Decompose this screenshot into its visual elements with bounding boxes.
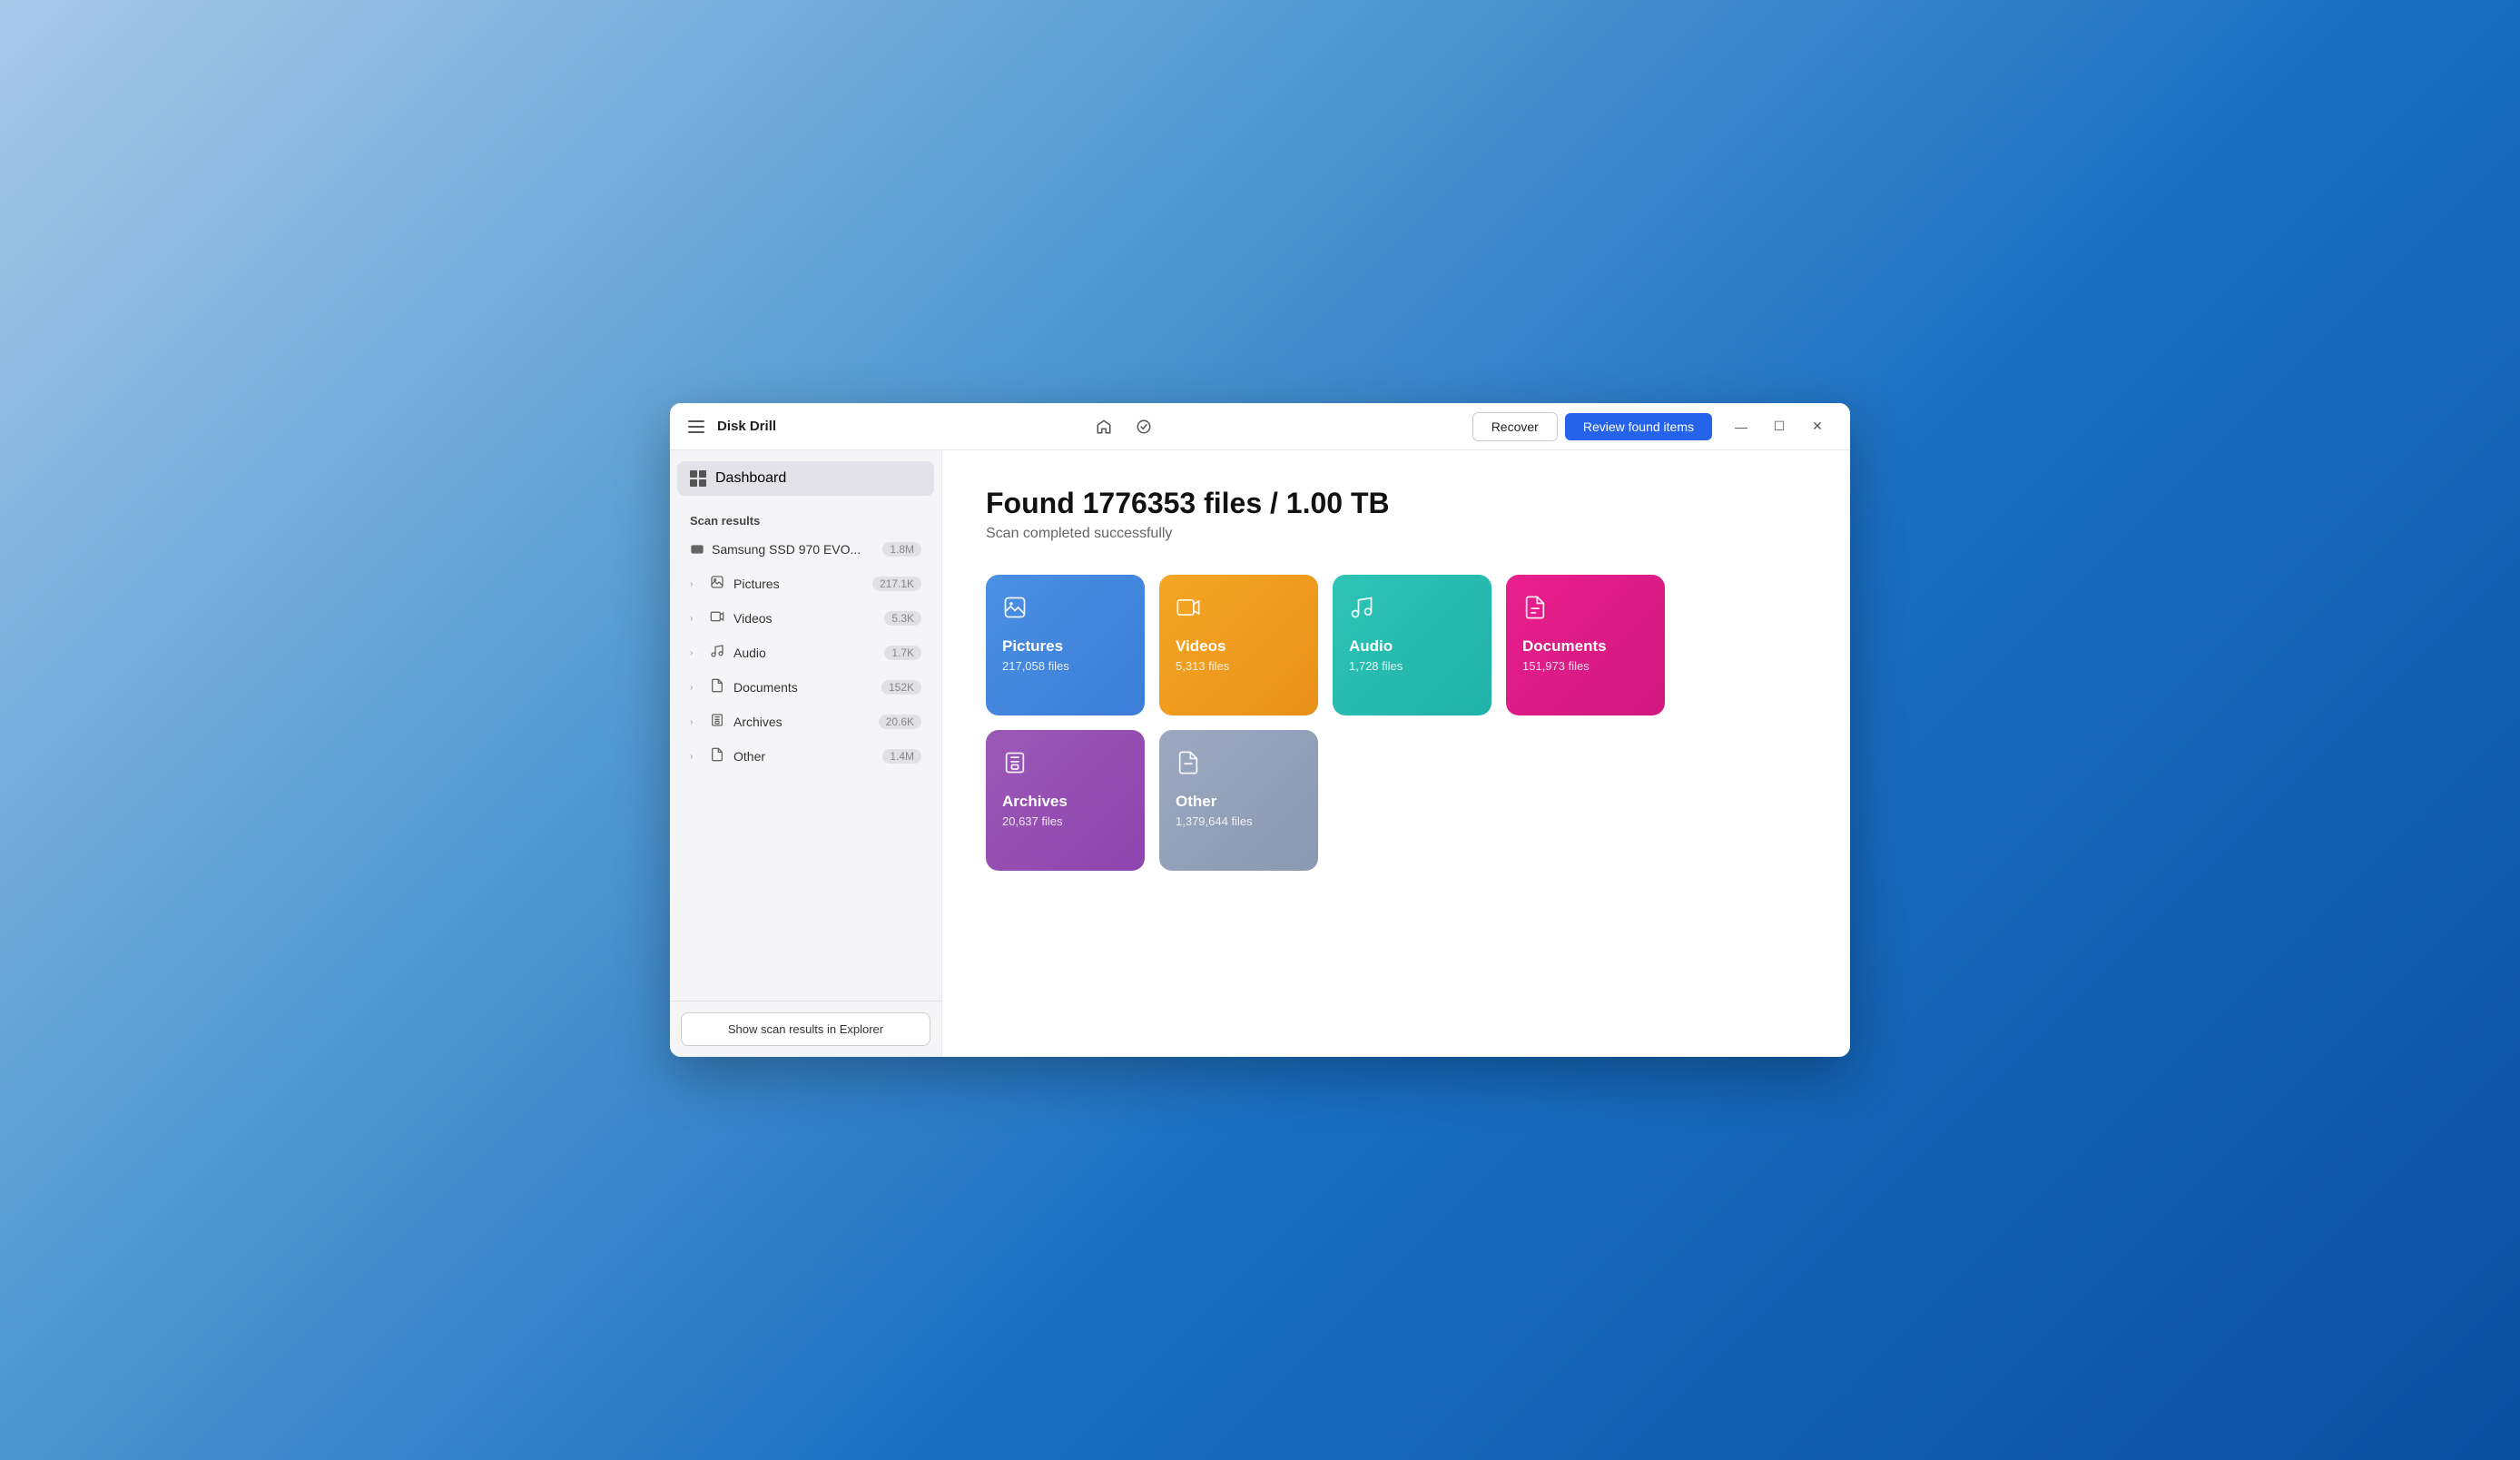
- sidebar-item-other[interactable]: › Other 1.4M: [677, 740, 934, 773]
- close-button[interactable]: ✕: [1799, 409, 1836, 445]
- category-card-other[interactable]: Other 1,379,644 files: [1159, 730, 1318, 871]
- sidebar-item-audio[interactable]: › Audio 1.7K: [677, 636, 934, 669]
- other-card-icon: [1176, 750, 1302, 782]
- audio-card-name: Audio: [1349, 637, 1475, 656]
- sidebar-pictures-count: 217.1K: [872, 577, 921, 591]
- audio-card-count: 1,728 files: [1349, 659, 1475, 673]
- title-bar: Disk Drill Recover Review found items: [670, 403, 1850, 450]
- title-bar-actions: Recover Review found items: [1472, 412, 1712, 441]
- other-icon: [708, 747, 726, 765]
- audio-card-icon: [1349, 595, 1475, 626]
- pictures-card-name: Pictures: [1002, 637, 1128, 656]
- archives-card-icon: [1002, 750, 1128, 782]
- videos-card-count: 5,313 files: [1176, 659, 1302, 673]
- sidebar-documents-label: Documents: [733, 680, 874, 695]
- sidebar: Dashboard Scan results Samsung SSD 970 E…: [670, 450, 942, 1057]
- maximize-button[interactable]: ☐: [1761, 409, 1797, 445]
- archives-icon: [708, 713, 726, 731]
- sidebar-item-videos[interactable]: › Videos 5.3K: [677, 602, 934, 635]
- check-button[interactable]: [1127, 410, 1160, 443]
- sidebar-videos-count: 5.3K: [884, 611, 921, 626]
- scan-title: Found 1776353 files / 1.00 TB: [986, 487, 1806, 520]
- videos-card-icon: [1176, 595, 1302, 626]
- review-button[interactable]: Review found items: [1565, 413, 1712, 440]
- show-explorer-button[interactable]: Show scan results in Explorer: [681, 1012, 930, 1046]
- sidebar-item-documents[interactable]: › Documents 152K: [677, 671, 934, 704]
- app-window: Disk Drill Recover Review found items: [670, 403, 1850, 1057]
- app-title: Disk Drill: [717, 419, 776, 434]
- sidebar-documents-count: 152K: [881, 680, 921, 695]
- videos-card-name: Videos: [1176, 637, 1302, 656]
- scan-subtitle: Scan completed successfully: [986, 526, 1806, 542]
- sidebar-drive[interactable]: Samsung SSD 970 EVO... 1.8M: [677, 535, 934, 564]
- chevron-icon: ›: [690, 717, 701, 727]
- drive-count: 1.8M: [882, 542, 921, 557]
- main-content: Found 1776353 files / 1.00 TB Scan compl…: [942, 450, 1850, 1057]
- sidebar-other-label: Other: [733, 749, 875, 764]
- category-grid: Pictures 217,058 files Videos 5,313 file…: [986, 575, 1806, 871]
- home-button[interactable]: [1088, 410, 1120, 443]
- window-controls: — ☐ ✕: [1723, 409, 1836, 445]
- documents-card-count: 151,973 files: [1522, 659, 1649, 673]
- pictures-icon: [708, 575, 726, 593]
- chevron-icon: ›: [690, 683, 701, 693]
- dashboard-icon: [690, 470, 706, 487]
- other-card-count: 1,379,644 files: [1176, 814, 1302, 828]
- audio-icon: [708, 644, 726, 662]
- category-card-documents[interactable]: Documents 151,973 files: [1506, 575, 1665, 715]
- drive-label: Samsung SSD 970 EVO...: [712, 542, 875, 557]
- sidebar-footer: Show scan results in Explorer: [670, 1001, 941, 1057]
- chevron-icon: ›: [690, 752, 701, 762]
- documents-icon: [708, 678, 726, 696]
- sidebar-item-archives[interactable]: › Archives 20.6K: [677, 705, 934, 738]
- scan-results-title: Scan results: [677, 510, 934, 535]
- sidebar-audio-label: Audio: [733, 646, 877, 660]
- sidebar-other-count: 1.4M: [882, 749, 921, 764]
- sidebar-pictures-label: Pictures: [733, 577, 865, 591]
- documents-card-name: Documents: [1522, 637, 1649, 656]
- documents-card-icon: [1522, 595, 1649, 626]
- sidebar-archives-count: 20.6K: [879, 715, 921, 729]
- archives-card-name: Archives: [1002, 793, 1128, 811]
- chevron-icon: ›: [690, 614, 701, 624]
- category-card-archives[interactable]: Archives 20,637 files: [986, 730, 1145, 871]
- pictures-card-icon: [1002, 595, 1128, 626]
- category-card-pictures[interactable]: Pictures 217,058 files: [986, 575, 1145, 715]
- title-bar-left: Disk Drill: [684, 417, 1069, 437]
- other-card-name: Other: [1176, 793, 1302, 811]
- sidebar-item-pictures[interactable]: › Pictures 217.1K: [677, 567, 934, 600]
- recover-button[interactable]: Recover: [1472, 412, 1558, 441]
- sidebar-audio-count: 1.7K: [884, 646, 921, 660]
- archives-card-count: 20,637 files: [1002, 814, 1128, 828]
- sidebar-items-list: › Pictures 217.1K › Videos 5.3K › Audio …: [677, 567, 934, 773]
- chevron-icon: ›: [690, 648, 701, 658]
- menu-button[interactable]: [684, 417, 708, 437]
- chevron-icon: ›: [690, 579, 701, 589]
- drive-icon: [690, 542, 704, 557]
- sidebar-content: Dashboard Scan results Samsung SSD 970 E…: [670, 450, 941, 1001]
- sidebar-item-dashboard[interactable]: Dashboard: [677, 461, 934, 496]
- category-card-videos[interactable]: Videos 5,313 files: [1159, 575, 1318, 715]
- minimize-button[interactable]: —: [1723, 409, 1759, 445]
- pictures-card-count: 217,058 files: [1002, 659, 1128, 673]
- title-bar-nav: [1069, 410, 1472, 443]
- sidebar-archives-label: Archives: [733, 715, 871, 729]
- main-layout: Dashboard Scan results Samsung SSD 970 E…: [670, 450, 1850, 1057]
- category-card-audio[interactable]: Audio 1,728 files: [1333, 575, 1491, 715]
- sidebar-videos-label: Videos: [733, 611, 877, 626]
- videos-icon: [708, 609, 726, 627]
- dashboard-label: Dashboard: [715, 470, 786, 487]
